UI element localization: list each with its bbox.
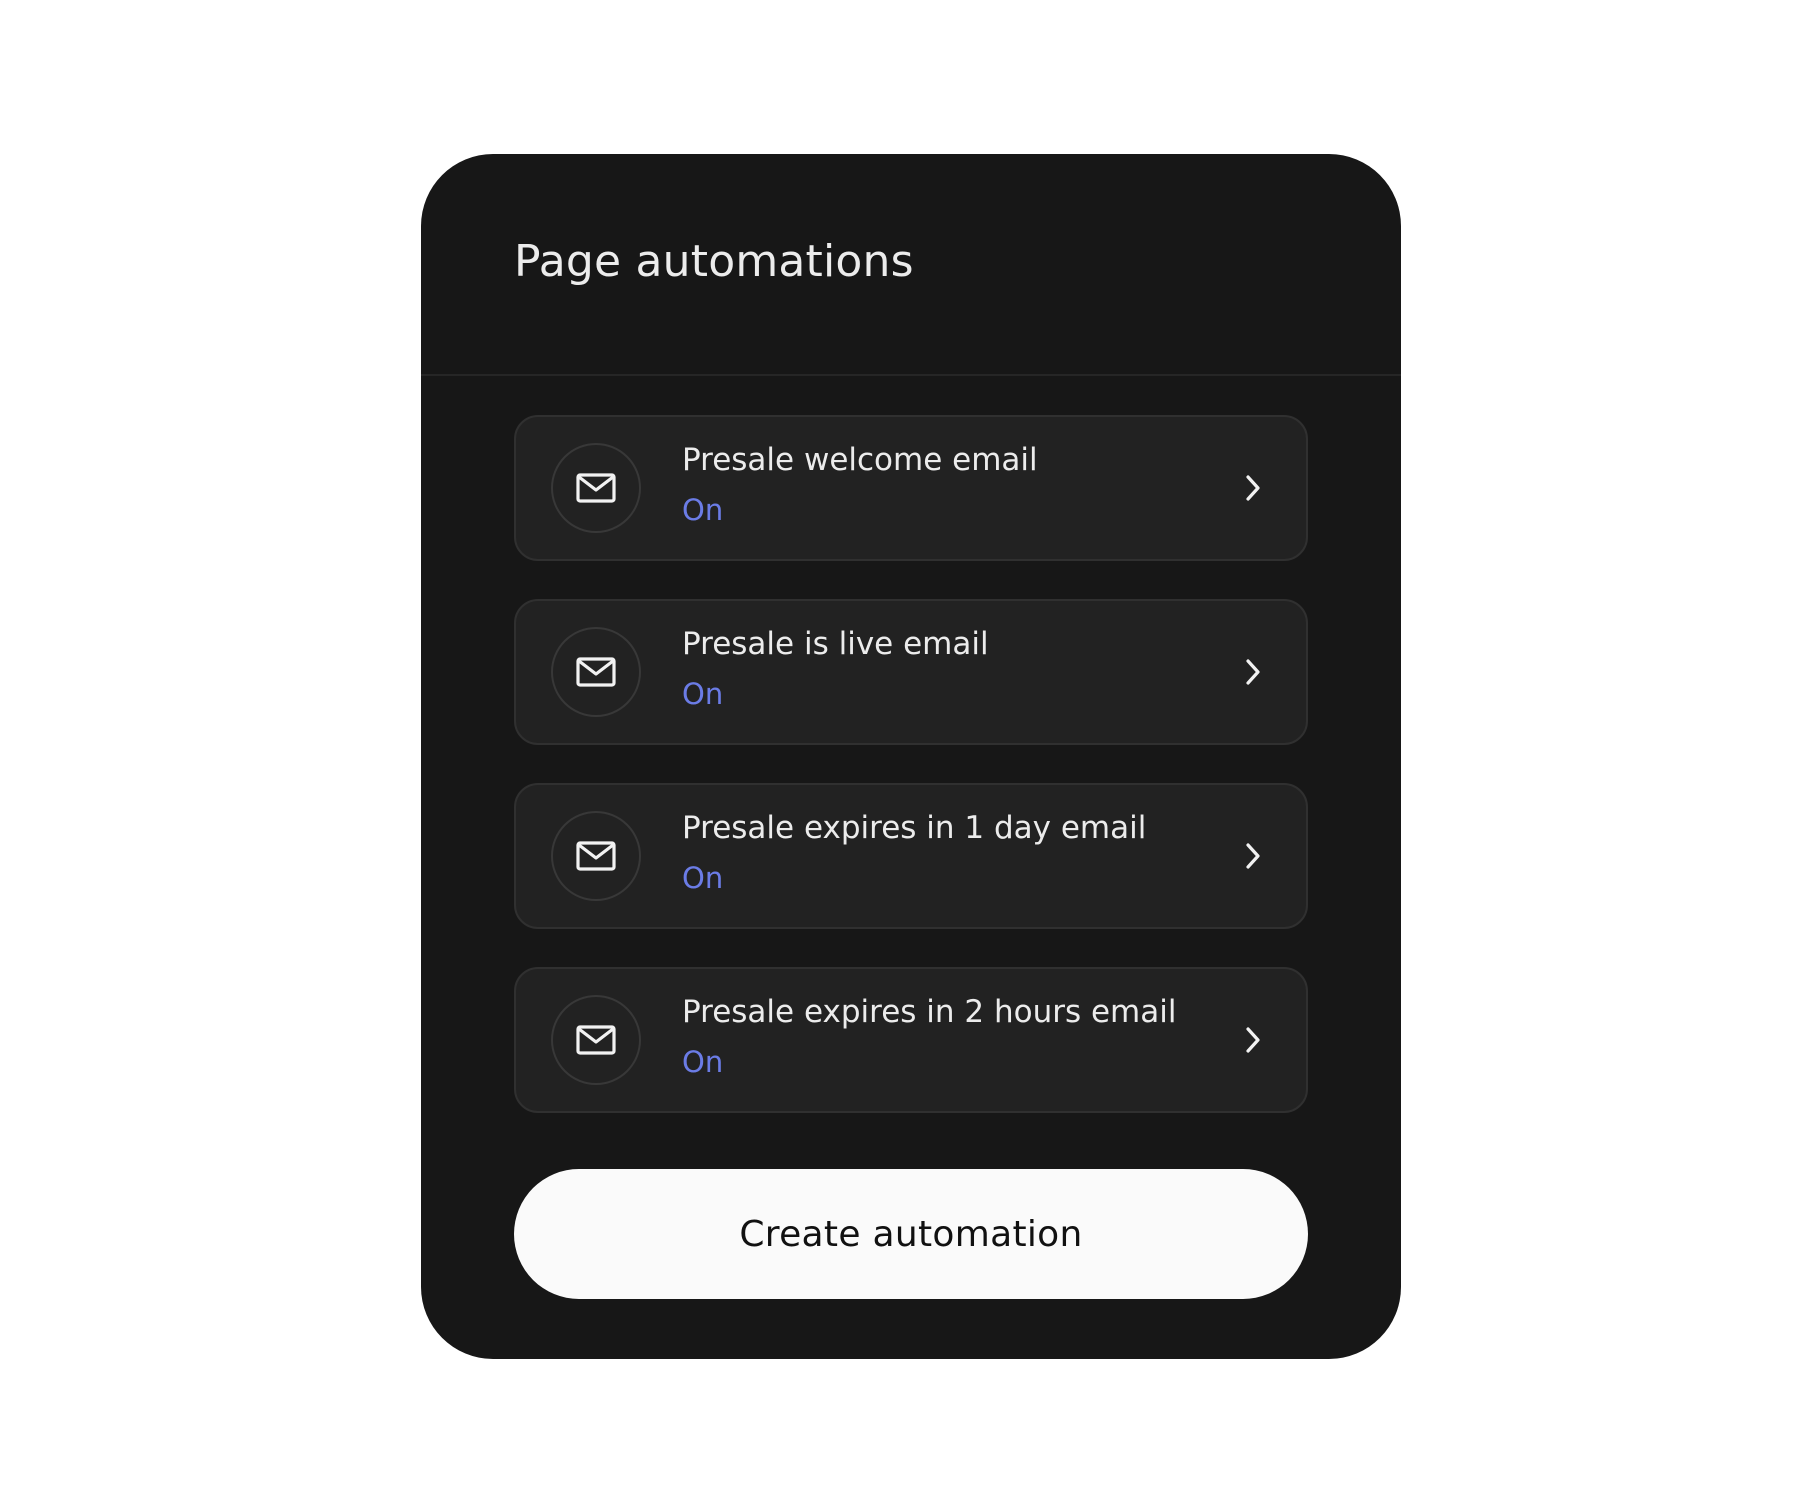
mail-icon (551, 627, 641, 717)
automation-title: Presale welcome email (682, 442, 1038, 478)
mail-icon (551, 443, 641, 533)
automation-status: On (682, 677, 724, 711)
mail-icon-glyph (576, 841, 616, 871)
chevron-right-icon (1238, 473, 1268, 503)
mail-icon-glyph (576, 1025, 616, 1055)
automation-item[interactable]: Presale is live email On (514, 599, 1308, 745)
panel-header: Page automations (421, 154, 1401, 376)
mail-icon-glyph (576, 473, 616, 503)
automation-item[interactable]: Presale welcome email On (514, 415, 1308, 561)
automation-status: On (682, 861, 724, 895)
automation-list: Presale welcome email On Presale is live… (514, 415, 1308, 1151)
mail-icon (551, 811, 641, 901)
automation-title: Presale expires in 2 hours email (682, 994, 1177, 1030)
mail-icon (551, 995, 641, 1085)
chevron-right-icon (1238, 657, 1268, 687)
automation-status: On (682, 493, 724, 527)
automation-title: Presale expires in 1 day email (682, 810, 1147, 846)
automation-item[interactable]: Presale expires in 2 hours email On (514, 967, 1308, 1113)
automations-panel: Page automations Presale welcome email O… (421, 154, 1401, 1359)
automation-status: On (682, 1045, 724, 1079)
chevron-right-icon (1238, 841, 1268, 871)
mail-icon-glyph (576, 657, 616, 687)
automation-title: Presale is live email (682, 626, 989, 662)
automation-item[interactable]: Presale expires in 1 day email On (514, 783, 1308, 929)
chevron-right-icon (1238, 1025, 1268, 1055)
create-automation-button[interactable]: Create automation (514, 1169, 1308, 1299)
panel-title: Page automations (514, 236, 914, 287)
